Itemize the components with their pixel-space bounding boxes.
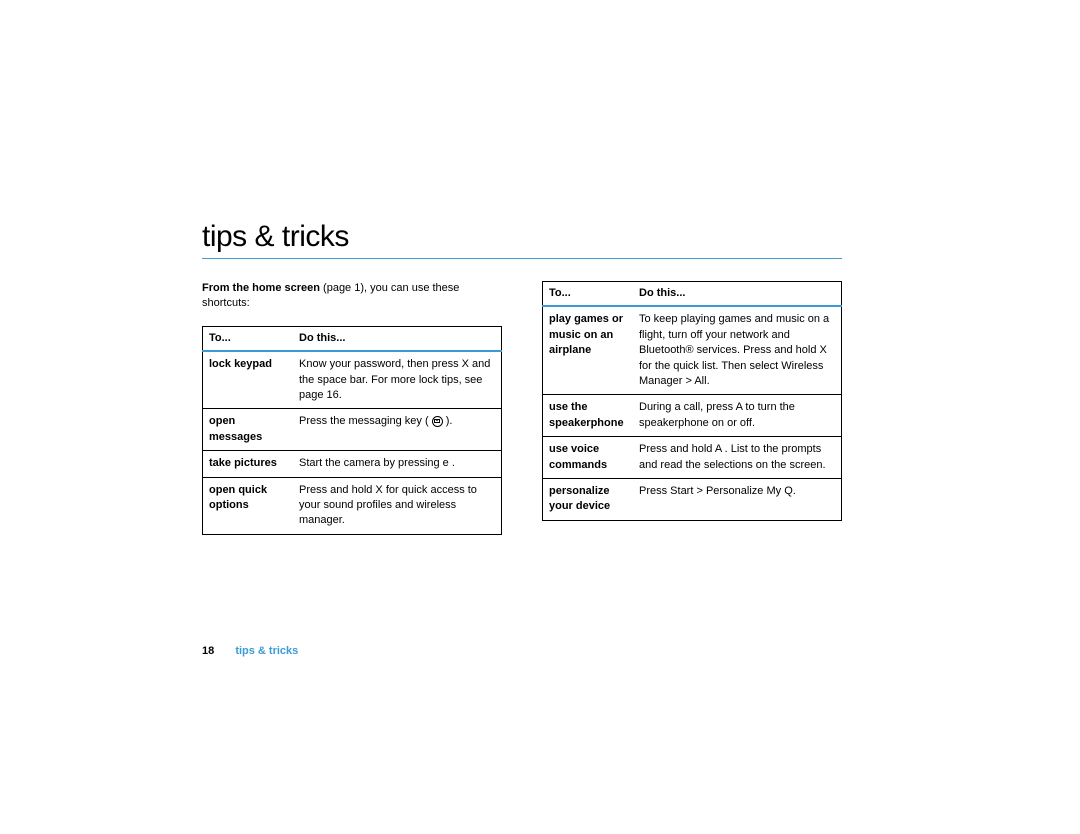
table-row: use voice commandsPress and hold A . Lis… [543, 437, 842, 479]
th-to: To... [543, 282, 634, 307]
cell-to: open messages [203, 409, 294, 451]
page-title: tips & tricks [202, 220, 842, 254]
cell-do: Press and hold A . List to the prompts a… [633, 437, 842, 479]
messaging-key-icon [432, 416, 443, 427]
left-column: From the home screen (page 1), you can u… [202, 281, 502, 535]
intro-bold: From the home screen [202, 282, 320, 294]
cell-to: personalize your device [543, 478, 634, 520]
cell-to: open quick options [203, 477, 294, 534]
shortcuts-table-left: To... Do this... lock keypadKnow your pa… [202, 326, 502, 535]
cell-do: Press the messaging key ( ). [293, 409, 502, 451]
cell-do: Start the camera by pressing e . [293, 451, 502, 477]
cell-do: Press and hold X for quick access to you… [293, 477, 502, 534]
cell-to: use the speakerphone [543, 395, 634, 437]
cell-do: During a call, press A to turn the speak… [633, 395, 842, 437]
th-to: To... [203, 326, 294, 351]
cell-do: Press Start > Personalize My Q. [633, 478, 842, 520]
th-do: Do this... [293, 326, 502, 351]
cell-do: Know your password, then press X and the… [293, 351, 502, 409]
cell-to: lock keypad [203, 351, 294, 409]
document-page: tips & tricks From the home screen (page… [202, 220, 842, 535]
page-number: 18 [202, 645, 214, 657]
table-row: use the speakerphoneDuring a call, press… [543, 395, 842, 437]
right-column: To... Do this... play games or music on … [542, 281, 842, 535]
footer-section: tips & tricks [235, 645, 298, 657]
table-row: personalize your devicePress Start > Per… [543, 478, 842, 520]
cell-to: play games or music on an airplane [543, 306, 634, 394]
cell-do: To keep playing games and music on a fli… [633, 306, 842, 394]
shortcuts-table-right: To... Do this... play games or music on … [542, 281, 842, 521]
table-row: take picturesStart the camera by pressin… [203, 451, 502, 477]
cell-to: use voice commands [543, 437, 634, 479]
table-row: play games or music on an airplaneTo kee… [543, 306, 842, 394]
page-footer: 18 tips & tricks [202, 645, 298, 657]
table-row: lock keypadKnow your password, then pres… [203, 351, 502, 409]
table-row: open quick optionsPress and hold X for q… [203, 477, 502, 534]
intro-text: From the home screen (page 1), you can u… [202, 281, 502, 312]
cell-to: take pictures [203, 451, 294, 477]
left-tbody: lock keypadKnow your password, then pres… [203, 351, 502, 534]
title-rule [202, 258, 842, 259]
right-tbody: play games or music on an airplaneTo kee… [543, 306, 842, 520]
two-column-layout: From the home screen (page 1), you can u… [202, 281, 842, 535]
th-do: Do this... [633, 282, 842, 307]
table-row: open messagesPress the messaging key ( )… [203, 409, 502, 451]
